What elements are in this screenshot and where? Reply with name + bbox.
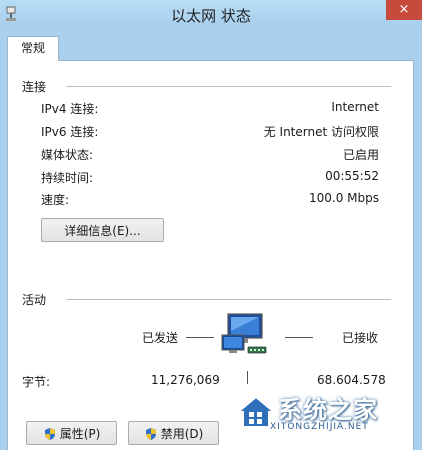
properties-button[interactable]: 属性(P) xyxy=(26,421,117,445)
activity-divider xyxy=(66,299,391,300)
ipv6-label: IPv6 连接: xyxy=(41,125,99,139)
uac-shield-icon xyxy=(145,428,156,440)
ipv4-label: IPv4 连接: xyxy=(41,102,99,116)
tab-general[interactable]: 常规 xyxy=(7,36,59,61)
sent-line xyxy=(186,337,214,338)
media-state-value: 已启用 xyxy=(342,148,379,162)
sent-label: 已发送 xyxy=(142,331,179,345)
duration-label: 持续时间: xyxy=(41,171,94,185)
site-watermark: 系统之家 XITONGZHIJIA.NET xyxy=(236,388,422,449)
window-title: 以太网 状态 xyxy=(171,7,251,25)
network-computers-icon xyxy=(221,313,267,354)
connection-heading: 连接 xyxy=(22,80,47,94)
bytes-label: 字节: xyxy=(22,375,51,389)
watermark-text: 系统之家 xyxy=(278,396,378,424)
details-button[interactable]: 详细信息(E)... xyxy=(41,218,164,242)
disable-button[interactable]: 禁用(D) xyxy=(128,421,219,445)
disable-button-label: 禁用(D) xyxy=(160,427,204,441)
close-icon: × xyxy=(398,2,410,17)
title-bar: 以太网 状态 × xyxy=(0,0,422,30)
activity-heading: 活动 xyxy=(22,293,47,307)
ipv4-value: Internet xyxy=(331,100,379,114)
received-label: 已接收 xyxy=(342,331,379,345)
close-button[interactable]: × xyxy=(386,0,422,20)
properties-button-label: 属性(P) xyxy=(59,427,101,441)
ipv6-value: 无 Internet 访问权限 xyxy=(263,125,379,139)
bytes-received-value: 68.604.578 xyxy=(317,373,386,387)
connection-divider xyxy=(66,86,391,87)
bytes-sent-value: 11,276,069 xyxy=(151,373,220,387)
received-line xyxy=(285,337,313,338)
duration-value: 00:55:52 xyxy=(325,169,379,183)
uac-shield-icon xyxy=(44,428,55,440)
media-state-label: 媒体状态: xyxy=(41,148,94,162)
watermark-subtext: XITONGZHIJIA.NET xyxy=(270,422,369,432)
speed-label: 速度: xyxy=(41,193,70,207)
speed-value: 100.0 Mbps xyxy=(308,191,379,205)
bytes-separator xyxy=(247,371,248,384)
